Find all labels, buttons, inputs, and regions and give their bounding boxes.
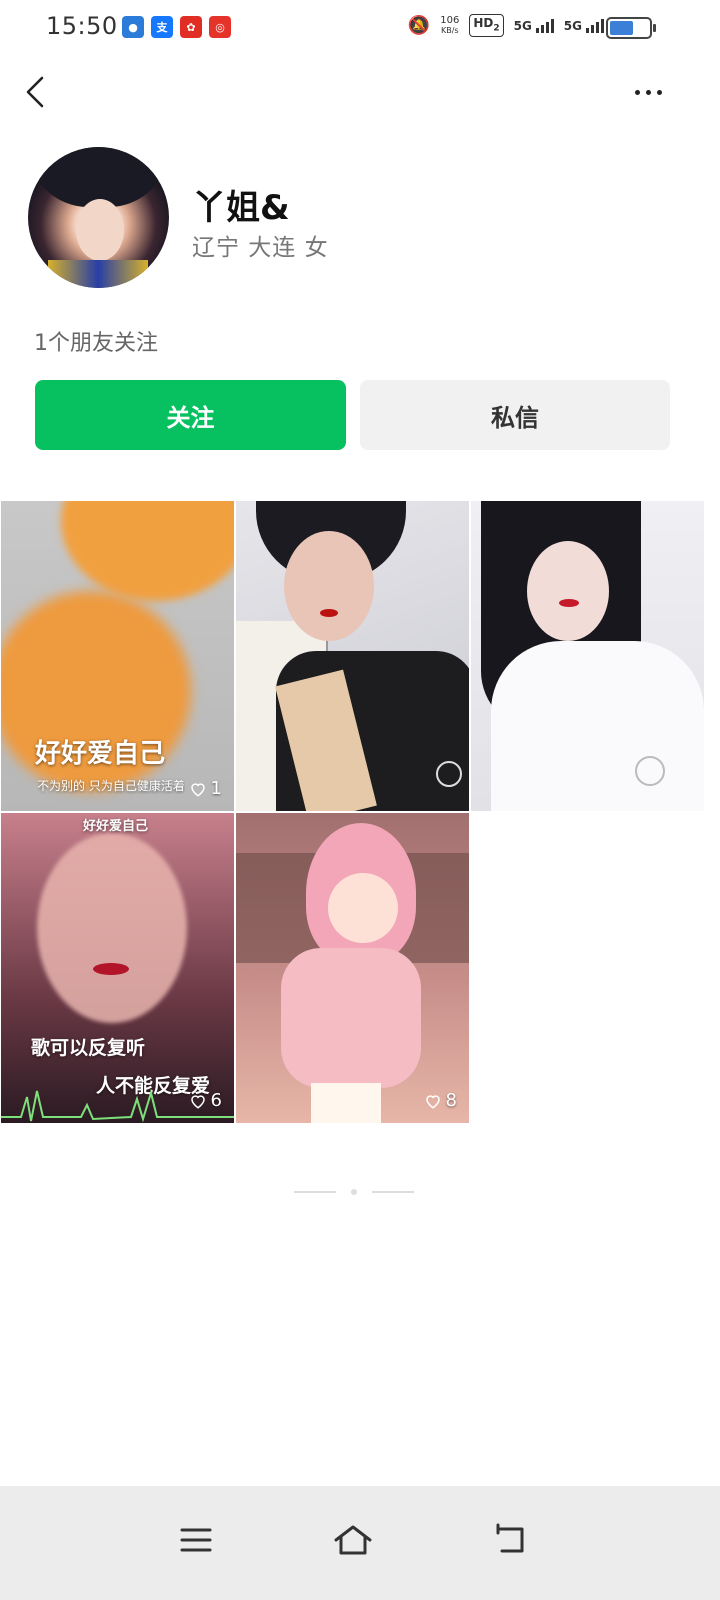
post-likes: 6 [189, 1090, 222, 1111]
hd-label: HD [473, 16, 494, 30]
menu-icon [180, 1528, 212, 1552]
post-tile[interactable]: 好好爱自己 不为别的 只为自己健康活着 1 [1, 501, 234, 811]
back-nav-button[interactable] [480, 1510, 540, 1570]
status-bar: 15:50 ● 支 ✿ ◎ 🔕 106 KB/s HD2 5G 5G [0, 0, 720, 56]
battery-level [610, 21, 633, 35]
friends-follow-count: 1个朋友关注 [34, 331, 158, 356]
more-dot [634, 89, 640, 95]
post-subcaption: 不为别的 只为自己健康活着 [37, 779, 185, 793]
netease-music-app-icon: ◎ [209, 16, 231, 38]
signal-2-icon: 5G [563, 18, 604, 33]
avatar[interactable] [28, 147, 169, 288]
home-icon [334, 1525, 372, 1555]
follow-button[interactable]: 关注 [35, 380, 346, 450]
post-likes-count: 6 [210, 1090, 222, 1111]
profile-name: 丫姐& [192, 188, 290, 228]
heart-icon [425, 1094, 440, 1109]
hd-badge: HD2 [469, 14, 504, 38]
bell-muted-icon: 🔕 [407, 15, 431, 37]
post-tile[interactable]: 8 [236, 813, 469, 1123]
net-speed-unit: KB/s [440, 25, 459, 35]
post-likes: 8 [424, 1090, 457, 1111]
message-button[interactable]: 私信 [360, 380, 670, 450]
post-likes-count: 1 [210, 778, 222, 799]
signal-1-icon: 5G [513, 18, 554, 33]
signal-2-label: 5G [563, 18, 582, 33]
back-button[interactable] [20, 70, 60, 114]
post-top-caption: 好好爱自己 [83, 819, 149, 834]
return-icon [496, 1523, 524, 1553]
status-time: 15:50 [46, 12, 118, 40]
profile-location: 辽宁 大连 女 [192, 235, 329, 261]
battery-icon [606, 17, 656, 39]
post-likes: 1 [189, 778, 222, 799]
more-dot [645, 89, 651, 95]
post-tile[interactable]: 好好爱自己 歌可以反复听 人不能反复爱 6 [1, 813, 234, 1123]
notification-icons: ● 支 ✿ ◎ [122, 16, 231, 38]
home-button[interactable] [323, 1510, 383, 1570]
chevron-left-icon [26, 76, 44, 108]
more-dot [656, 89, 662, 95]
signal-1-label: 5G [513, 18, 532, 33]
post-caption: 歌可以反复听 [31, 1037, 146, 1059]
more-button[interactable] [620, 74, 676, 110]
net-speed-value: 106 [440, 14, 460, 26]
post-caption: 好好爱自己 [35, 739, 166, 769]
map-app-icon: ● [122, 16, 144, 38]
loading-indicator [294, 1188, 414, 1196]
post-tile[interactable] [236, 501, 469, 811]
heart-icon [190, 782, 205, 797]
system-navigation-bar [0, 1486, 720, 1600]
hd-sub: 2 [493, 23, 500, 34]
post-likes-count: 8 [445, 1090, 457, 1111]
menu-button[interactable] [166, 1510, 226, 1570]
post-tile[interactable] [471, 501, 704, 811]
net-speed: 106 KB/s [440, 14, 460, 36]
heart-icon [190, 1094, 205, 1109]
alipay-app-icon: 支 [151, 16, 173, 38]
pinduoduo-app-icon: ✿ [180, 16, 202, 38]
